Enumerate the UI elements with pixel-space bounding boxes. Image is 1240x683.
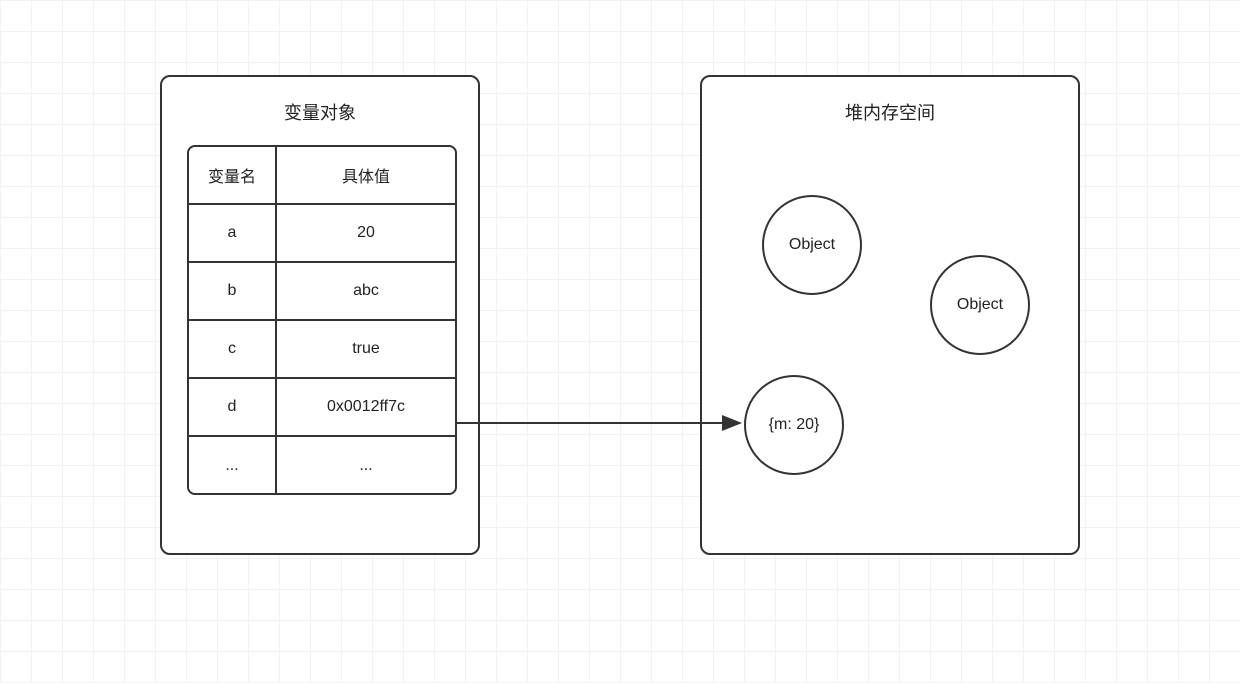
var-value-cell: true (277, 321, 455, 377)
table-row: b abc (189, 263, 455, 321)
th-variable-value: 具体值 (277, 147, 455, 203)
heap-object-label: Object (789, 236, 835, 254)
heap-object-circle: Object (762, 195, 862, 295)
var-name-cell: d (189, 379, 277, 435)
diagram-stage: 变量对象 变量名 具体值 a 20 b abc c true d 0x0012f… (0, 0, 1240, 683)
var-name-cell: ... (189, 437, 277, 495)
var-name-cell: b (189, 263, 277, 319)
heap-object-circle: Object (930, 255, 1030, 355)
heap-object-label: Object (957, 296, 1003, 314)
table-row: c true (189, 321, 455, 379)
var-value-cell: abc (277, 263, 455, 319)
table-row: a 20 (189, 205, 455, 263)
var-value-cell: 20 (277, 205, 455, 261)
heap-memory-title: 堆内存空间 (702, 99, 1078, 125)
var-name-cell: a (189, 205, 277, 261)
variable-object-panel: 变量对象 变量名 具体值 a 20 b abc c true d 0x0012f… (160, 75, 480, 555)
variable-object-title: 变量对象 (162, 99, 478, 125)
var-name-cell: c (189, 321, 277, 377)
var-value-cell: ... (277, 437, 455, 495)
table-row: d 0x0012ff7c (189, 379, 455, 437)
variable-table-header: 变量名 具体值 (189, 147, 455, 205)
table-row: ... ... (189, 437, 455, 495)
heap-object-label: {m: 20} (769, 416, 820, 434)
heap-object-circle-target: {m: 20} (744, 375, 844, 475)
th-variable-name: 变量名 (189, 147, 277, 203)
variable-table: 变量名 具体值 a 20 b abc c true d 0x0012ff7c .… (187, 145, 457, 495)
heap-memory-panel: 堆内存空间 Object Object {m: 20} (700, 75, 1080, 555)
var-value-cell: 0x0012ff7c (277, 379, 455, 435)
